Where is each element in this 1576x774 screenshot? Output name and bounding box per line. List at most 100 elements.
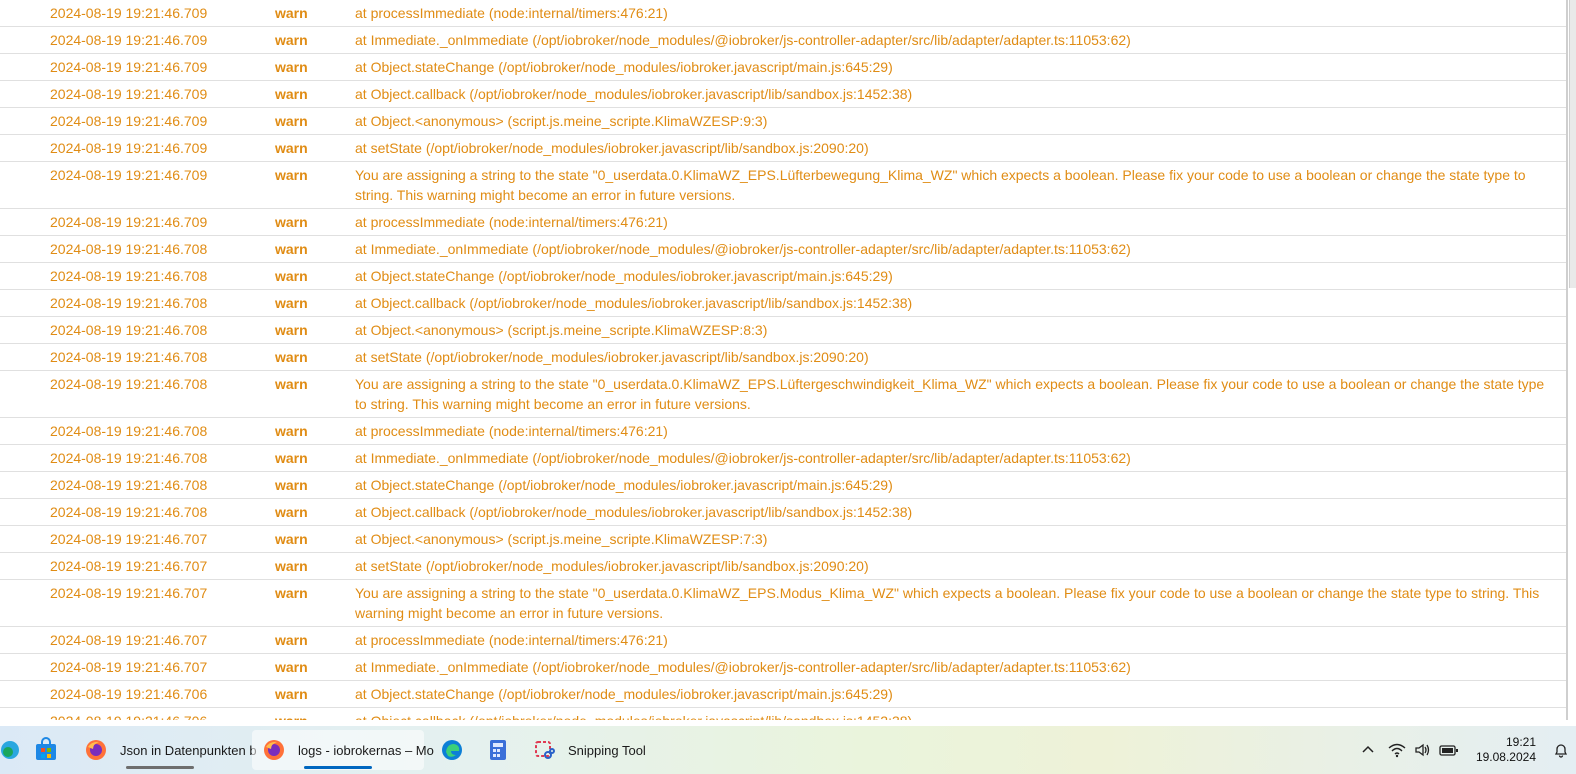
log-message: You are assigning a string to the state … <box>355 585 1540 621</box>
log-level: warn <box>275 322 308 338</box>
chevron-up-icon[interactable] <box>1352 734 1384 766</box>
log-row: 2024-08-19 19:21:46.709 warn at processImm… <box>0 209 1566 236</box>
log-timestamp: 2024-08-19 19:21:46.708 <box>50 423 208 439</box>
log-timestamp: 2024-08-19 19:21:46.709 <box>50 167 208 183</box>
clock[interactable]: 19:21 19.08.2024 <box>1476 735 1536 765</box>
log-row: 2024-08-19 19:21:46.707 warn at setState (… <box>0 553 1566 580</box>
taskbar-app-calculator[interactable] <box>476 730 516 770</box>
log-level: warn <box>275 214 308 230</box>
log-level: warn <box>275 686 308 702</box>
log-message: at processImmediate (node:internal/timer… <box>355 214 668 230</box>
log-timestamp: 2024-08-19 19:21:46.709 <box>50 140 208 156</box>
log-level: warn <box>275 32 308 48</box>
log-row: 2024-08-19 19:21:46.709 warn at setState (… <box>0 135 1566 162</box>
log-row: 2024-08-19 19:21:46.709 warn at processImm… <box>0 0 1566 27</box>
log-row: 2024-08-19 19:21:46.708 warn at Immediate.… <box>0 236 1566 263</box>
log-timestamp: 2024-08-19 19:21:46.707 <box>50 531 208 547</box>
log-row: 2024-08-19 19:21:46.709 warn at Object.cal… <box>0 81 1566 108</box>
log-level: warn <box>275 59 308 75</box>
log-level: warn <box>275 450 308 466</box>
taskbar-app-label: logs - iobrokernas – Mo <box>298 742 434 758</box>
log-message: at setState (/opt/iobroker/node_modules/… <box>355 558 869 574</box>
log-row: 2024-08-19 19:21:46.706 warn at Object.sta… <box>0 681 1566 708</box>
taskbar-app-snipping-tool[interactable]: Snipping Tool <box>522 730 646 770</box>
clock-date: 19.08.2024 <box>1475 750 1536 764</box>
log-scrollbar[interactable] <box>1569 0 1576 288</box>
log-level: warn <box>275 423 308 439</box>
log-timestamp: 2024-08-19 19:21:46.706 <box>50 686 208 702</box>
log-timestamp: 2024-08-19 19:21:46.708 <box>50 450 208 466</box>
log-message: at Object.<anonymous> (script.js.meine_s… <box>355 322 768 338</box>
log-timestamp: 2024-08-19 19:21:46.709 <box>50 5 208 21</box>
log-timestamp: 2024-08-19 19:21:46.706 <box>0 711 275 720</box>
log-timestamp: 2024-08-19 19:21:46.709 <box>50 113 208 129</box>
log-row: 2024-08-19 19:21:46.709 warn at Immediate.… <box>0 27 1566 54</box>
log-row: 2024-08-19 19:21:46.708 warn at Object.sta… <box>0 263 1566 290</box>
taskbar-app-firefox-json[interactable]: Json in Datenpunkten b <box>74 730 257 770</box>
log-row: 2024-08-19 19:21:46.709 warn at Object.sta… <box>0 54 1566 81</box>
speaker-icon[interactable] <box>1410 734 1436 766</box>
log-message: at Immediate._onImmediate (/opt/iobroker… <box>355 241 1131 257</box>
log-level: warn <box>275 376 308 392</box>
widgets-icon[interactable] <box>0 734 26 766</box>
log-row: 2024-08-19 19:21:46.707 warn You are assig… <box>0 580 1566 627</box>
log-timestamp: 2024-08-19 19:21:46.707 <box>50 659 208 675</box>
log-level: warn <box>275 86 308 102</box>
taskbar-app-edge[interactable] <box>430 730 470 770</box>
notification-bell-icon[interactable] <box>1546 734 1576 766</box>
log-message: at Immediate._onImmediate (/opt/iobroker… <box>355 450 1131 466</box>
log-level: warn <box>275 349 308 365</box>
log-timestamp: 2024-08-19 19:21:46.707 <box>50 585 208 601</box>
log-message: at Object.stateChange (/opt/iobroker/nod… <box>355 59 893 75</box>
log-timestamp: 2024-08-19 19:21:46.708 <box>50 268 208 284</box>
log-message: at Object.<anonymous> (script.js.meine_s… <box>355 113 768 129</box>
log-level: warn <box>275 558 308 574</box>
wifi-icon[interactable] <box>1384 734 1410 766</box>
log-timestamp: 2024-08-19 19:21:46.708 <box>50 477 208 493</box>
log-list[interactable]: 2024-08-19 19:21:46.709 warn at processImm… <box>0 0 1568 720</box>
log-message: You are assigning a string to the state … <box>355 376 1545 412</box>
log-message: at Immediate._onImmediate (/opt/iobroker… <box>355 659 1131 675</box>
log-row: 2024-08-19 19:21:46.708 warn at Immediate.… <box>0 445 1566 472</box>
log-row: 2024-08-19 19:21:46.708 warn at Object.<an… <box>0 317 1566 344</box>
log-level: warn <box>275 295 308 311</box>
log-timestamp: 2024-08-19 19:21:46.707 <box>50 632 208 648</box>
battery-icon[interactable] <box>1436 734 1462 766</box>
log-row: 2024-08-19 19:21:46.706warnat Object.cal… <box>0 708 1566 720</box>
log-message: at processImmediate (node:internal/timer… <box>355 632 668 648</box>
log-timestamp: 2024-08-19 19:21:46.709 <box>50 86 208 102</box>
log-level: warn <box>275 241 308 257</box>
log-message: at Object.callback (/opt/iobroker/node_m… <box>355 504 913 520</box>
log-message: at processImmediate (node:internal/timer… <box>355 5 668 21</box>
log-timestamp: 2024-08-19 19:21:46.709 <box>50 214 208 230</box>
firefox-icon <box>258 734 290 766</box>
log-message: at Object.<anonymous> (script.js.meine_s… <box>355 531 768 547</box>
log-message: You are assigning a string to the state … <box>355 167 1526 203</box>
log-level: warn <box>275 140 308 156</box>
calculator-icon <box>482 734 514 766</box>
log-row: 2024-08-19 19:21:46.708 warn You are assig… <box>0 371 1566 418</box>
taskbar-app-firefox-logs[interactable]: logs - iobrokernas – Mo <box>252 730 434 770</box>
log-row: 2024-08-19 19:21:46.708 warn at setState (… <box>0 344 1566 371</box>
log-timestamp: 2024-08-19 19:21:46.708 <box>50 322 208 338</box>
system-tray: 19:21 19.08.2024 <box>1352 726 1576 774</box>
log-row: 2024-08-19 19:21:46.708 warn at processImm… <box>0 418 1566 445</box>
taskbar-app-label: Json in Datenpunkten b <box>120 742 257 758</box>
log-message: at processImmediate (node:internal/timer… <box>355 423 668 439</box>
store-icon[interactable] <box>30 734 62 766</box>
active-indicator <box>303 766 373 769</box>
log-level: warn <box>275 632 308 648</box>
log-timestamp: 2024-08-19 19:21:46.709 <box>50 59 208 75</box>
log-timestamp: 2024-08-19 19:21:46.708 <box>50 295 208 311</box>
log-level: warn <box>275 167 308 183</box>
log-timestamp: 2024-08-19 19:21:46.707 <box>50 558 208 574</box>
log-level: warn <box>275 5 308 21</box>
log-row: 2024-08-19 19:21:46.707 warn at processImm… <box>0 627 1566 654</box>
log-timestamp: 2024-08-19 19:21:46.708 <box>50 349 208 365</box>
edge-icon <box>436 734 468 766</box>
log-level: warn <box>275 477 308 493</box>
log-message: at Object.stateChange (/opt/iobroker/nod… <box>355 477 893 493</box>
log-row: 2024-08-19 19:21:46.708 warn at Object.cal… <box>0 499 1566 526</box>
log-level: warn <box>275 113 308 129</box>
log-message: at Object.stateChange (/opt/iobroker/nod… <box>355 268 893 284</box>
